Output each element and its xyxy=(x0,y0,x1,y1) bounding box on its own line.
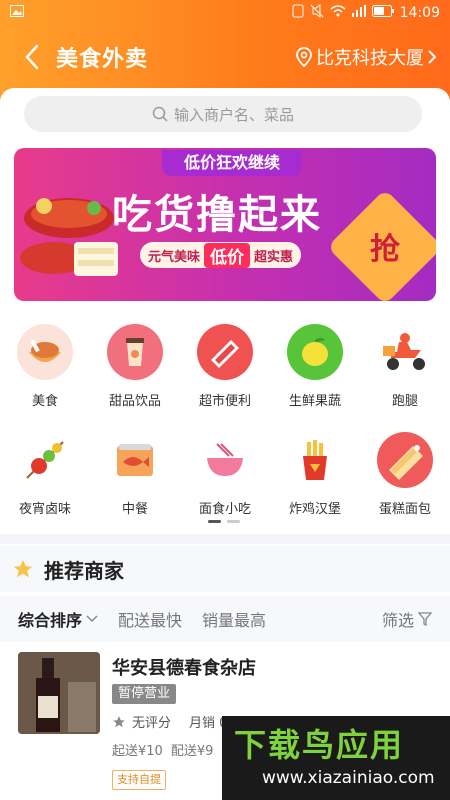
shop-rating: 无评分 xyxy=(132,716,172,731)
page-title: 美食外卖 xyxy=(56,47,149,72)
status-bar: 14:09 xyxy=(0,0,450,26)
category-cake[interactable]: 蛋糕面包 xyxy=(360,428,450,536)
mute-icon xyxy=(310,4,324,22)
shop-name: 华安县德春食杂店 xyxy=(112,658,256,679)
filter-label: 筛选 xyxy=(381,611,414,630)
banner-sub-right: 超实惠 xyxy=(254,249,294,265)
sim-icon xyxy=(292,4,304,22)
recommend-header: 推荐商家 xyxy=(0,546,450,592)
signal-icon xyxy=(351,5,366,21)
watermark-title: 下载鸟应用 xyxy=(234,726,405,764)
fries-icon xyxy=(287,432,343,488)
category-label: 中餐 xyxy=(121,502,148,517)
promo-banner[interactable]: 低价狂欢继续 吃货撸起来 元气美味 低价 超实惠 抢 xyxy=(14,148,436,301)
noodle-icon xyxy=(197,432,253,488)
page-dot xyxy=(227,520,240,523)
category-label: 超市便利 xyxy=(198,394,251,409)
sort-default[interactable]: 综合排序 xyxy=(18,607,98,631)
location-label: 比克科技大厦 xyxy=(316,48,424,69)
filter-button[interactable]: 筛选 xyxy=(382,607,432,631)
shop-fees: 起送¥10 配送¥9 xyxy=(112,740,213,759)
category-fried-chicken[interactable]: 炸鸡汉堡 xyxy=(270,428,360,536)
category-label: 夜宵卤味 xyxy=(18,502,71,517)
status-badge: 暂停营业 xyxy=(112,684,177,704)
category-chinese[interactable]: 中餐 xyxy=(90,428,180,536)
category-supermarket[interactable]: 超市便利 xyxy=(180,320,270,428)
watermark: 下载鸟应用 www.xiazainiao.com xyxy=(222,716,450,800)
category-label: 跑腿 xyxy=(391,394,418,409)
category-food[interactable]: 美食 xyxy=(0,320,90,428)
map-pin-icon xyxy=(296,47,312,67)
lemon-icon xyxy=(287,324,343,380)
category-label: 美食 xyxy=(31,394,58,409)
drink-icon xyxy=(107,324,163,380)
category-grid: 美食 甜品饮品 超市便利 生鲜果蔬 跑腿 夜宵卤味 中餐 面食小吃 炸鸡汉堡 蛋… xyxy=(0,320,450,536)
category-label: 甜品饮品 xyxy=(108,394,161,409)
page-dot-active xyxy=(208,520,221,523)
grocery-icon xyxy=(197,324,253,380)
sort-fastest[interactable]: 配送最快 xyxy=(118,607,182,631)
chevron-right-icon xyxy=(428,50,436,64)
cake-icon xyxy=(377,432,433,488)
battery-icon xyxy=(371,5,394,21)
wifi-icon xyxy=(330,5,346,21)
category-drinks[interactable]: 甜品饮品 xyxy=(90,320,180,428)
star-icon xyxy=(13,559,33,578)
clock-time: 14:09 xyxy=(399,5,440,21)
fish-can-icon xyxy=(107,432,163,488)
back-button[interactable] xyxy=(12,37,52,77)
banner-top-text: 低价狂欢继续 xyxy=(162,150,302,176)
category-late-night[interactable]: 夜宵卤味 xyxy=(0,428,90,536)
food-plate-icon xyxy=(20,198,118,276)
banner-sub-low-price: 低价 xyxy=(204,242,251,268)
bowl-icon xyxy=(17,324,73,380)
chevron-down-icon xyxy=(86,615,98,623)
search-placeholder: 输入商户名、菜品 xyxy=(173,105,294,124)
category-errand[interactable]: 跑腿 xyxy=(360,320,450,428)
category-label: 炸鸡汉堡 xyxy=(288,502,341,517)
category-label: 生鲜果蔬 xyxy=(288,394,341,409)
shop-meta: 无评分 月销 0 xyxy=(112,712,227,731)
scooter-icon xyxy=(377,324,433,380)
content-sheet: 输入商户名、菜品 低价狂欢继续 吃货撸起来 元气美味 低价 超实惠 抢 美食 甜… xyxy=(0,88,450,800)
filter-icon xyxy=(418,612,432,626)
image-icon xyxy=(10,5,24,21)
search-icon xyxy=(152,106,168,122)
banner-sub-left: 元气美味 xyxy=(148,249,201,265)
section-divider xyxy=(0,534,450,544)
banner-headline: 吃货撸起来 xyxy=(112,192,322,238)
banner-subline: 元气美味 低价 超实惠 xyxy=(140,242,302,268)
sort-bar: 综合排序 配送最快 销量最高 筛选 xyxy=(0,596,450,642)
shop-thumbnail xyxy=(18,652,100,734)
chevron-left-icon xyxy=(25,44,39,70)
top-bar: 14:09 美食外卖 比克科技大厦 xyxy=(0,0,450,100)
pickup-tag: 支持自提 xyxy=(112,770,166,790)
category-label: 蛋糕面包 xyxy=(378,502,431,517)
page-indicator xyxy=(208,520,240,523)
sort-default-label: 综合排序 xyxy=(18,611,83,630)
skewer-icon xyxy=(17,432,73,488)
search-input[interactable]: 输入商户名、菜品 xyxy=(24,96,422,132)
nav-row: 美食外卖 比克科技大厦 xyxy=(0,34,450,80)
location-selector[interactable]: 比克科技大厦 xyxy=(296,44,436,70)
sort-top-sales[interactable]: 销量最高 xyxy=(202,607,266,631)
recommend-title: 推荐商家 xyxy=(44,558,124,583)
min-order: 起送¥10 xyxy=(112,744,163,759)
category-row: 美食 甜品饮品 超市便利 生鲜果蔬 跑腿 xyxy=(0,320,450,428)
grab-label: 抢 xyxy=(370,232,400,267)
category-label: 面食小吃 xyxy=(198,502,251,517)
delivery-fee: 配送¥9 xyxy=(170,744,214,759)
rating-star-icon xyxy=(113,715,125,727)
watermark-url: www.xiazainiao.com xyxy=(262,768,435,788)
category-fresh[interactable]: 生鲜果蔬 xyxy=(270,320,360,428)
